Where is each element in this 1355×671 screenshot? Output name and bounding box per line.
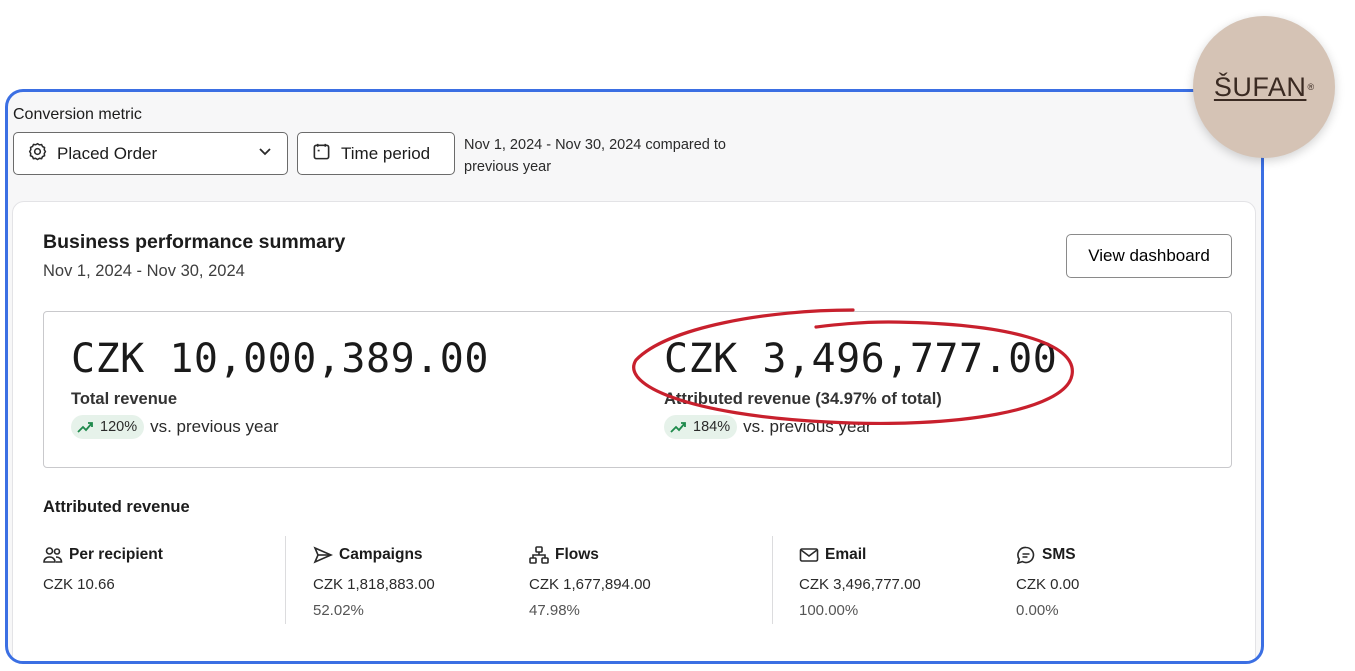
period-line-2: previous year <box>464 159 552 175</box>
comparison-text: vs. previous year <box>150 417 279 436</box>
sms-icon <box>1016 546 1035 564</box>
trend-up-icon <box>670 422 686 433</box>
period-line-1: Nov 1, 2024 - Nov 30, 2024 compared to <box>464 137 726 153</box>
logo-text: ŠUFAN <box>1213 71 1307 102</box>
total-revenue-value: CZK 10,000,389.00 <box>71 336 489 382</box>
card-date-range: Nov 1, 2024 - Nov 30, 2024 <box>43 262 245 280</box>
column-percent: 0.00% <box>1016 602 1059 619</box>
sms-column: SMS CZK 0.00 0.00% <box>1016 546 1079 619</box>
total-revenue-label: Total revenue <box>71 390 178 408</box>
conversion-panel: Conversion metric Placed Order Time peri… <box>5 89 1264 664</box>
people-icon <box>43 547 63 563</box>
column-value: CZK 0.00 <box>1016 576 1080 593</box>
column-value: CZK 10.66 <box>43 576 115 593</box>
column-title: SMS <box>1042 546 1076 563</box>
attributed-revenue-kpi: CZK 3,496,777.00 Attributed revenue (34.… <box>664 336 1057 439</box>
column-percent: 100.00% <box>799 602 859 619</box>
time-period-button[interactable]: Time period <box>297 132 455 175</box>
select-value: Placed Order <box>57 143 158 163</box>
view-dashboard-button[interactable]: View dashboard <box>1066 234 1232 278</box>
column-header: Flows <box>529 546 651 564</box>
business-summary-card: Business performance summary Nov 1, 2024… <box>12 201 1256 661</box>
column-divider <box>285 536 286 624</box>
column-divider <box>772 536 773 624</box>
sufan-logo: ŠUFAN ® <box>1193 16 1335 158</box>
change-badge: 184% <box>664 415 738 439</box>
send-icon <box>313 546 333 564</box>
column-header: Campaigns <box>313 546 435 564</box>
column-header: SMS <box>1016 546 1079 564</box>
email-column: Email CZK 3,496,777.00 100.00% <box>799 546 921 619</box>
trend-up-icon <box>77 422 93 433</box>
column-title: Per recipient <box>69 546 163 563</box>
per-recipient-column: Per recipient CZK 10.66 <box>43 546 163 602</box>
chevron-down-icon <box>257 143 273 164</box>
change-value: 120% <box>100 419 138 435</box>
column-percent: 52.02% <box>313 602 364 619</box>
column-value: CZK 3,496,777.00 <box>799 576 921 593</box>
calendar-icon <box>312 142 331 166</box>
attributed-revenue-label: Attributed revenue (34.97% of total) <box>664 390 942 408</box>
total-revenue-kpi: CZK 10,000,389.00 Total revenue 120% vs.… <box>71 336 489 439</box>
time-period-label: Time period <box>341 143 431 163</box>
flows-column: Flows CZK 1,677,894.00 47.98% <box>529 546 651 619</box>
campaigns-column: Campaigns CZK 1,818,883.00 52.02% <box>313 546 435 619</box>
comparison-text: vs. previous year <box>743 417 872 436</box>
kpi-box: CZK 10,000,389.00 Total revenue 120% vs.… <box>43 311 1232 468</box>
attributed-revenue-delta: 184% vs. previous year <box>664 415 1057 439</box>
card-title: Business performance summary <box>43 231 346 253</box>
attributed-revenue-title: Attributed revenue <box>43 498 190 516</box>
conversion-metric-select[interactable]: Placed Order <box>13 132 288 175</box>
column-value: CZK 1,818,883.00 <box>313 576 435 593</box>
column-title: Campaigns <box>339 546 423 563</box>
period-description: Nov 1, 2024 - Nov 30, 2024 compared to p… <box>464 134 774 178</box>
gear-icon <box>28 142 47 166</box>
column-percent: 47.98% <box>529 602 580 619</box>
flow-icon <box>529 546 549 564</box>
change-value: 184% <box>693 419 731 435</box>
total-revenue-delta: 120% vs. previous year <box>71 415 489 439</box>
attributed-revenue-value: CZK 3,496,777.00 <box>664 336 1058 382</box>
registered-mark: ® <box>1307 82 1315 92</box>
column-title: Email <box>825 546 867 563</box>
change-badge: 120% <box>71 415 145 439</box>
column-header: Per recipient <box>43 546 163 564</box>
conversion-metric-label: Conversion metric <box>13 106 142 123</box>
column-title: Flows <box>555 546 599 563</box>
column-value: CZK 1,677,894.00 <box>529 576 651 593</box>
column-header: Email <box>799 546 921 564</box>
mail-icon <box>799 548 819 562</box>
